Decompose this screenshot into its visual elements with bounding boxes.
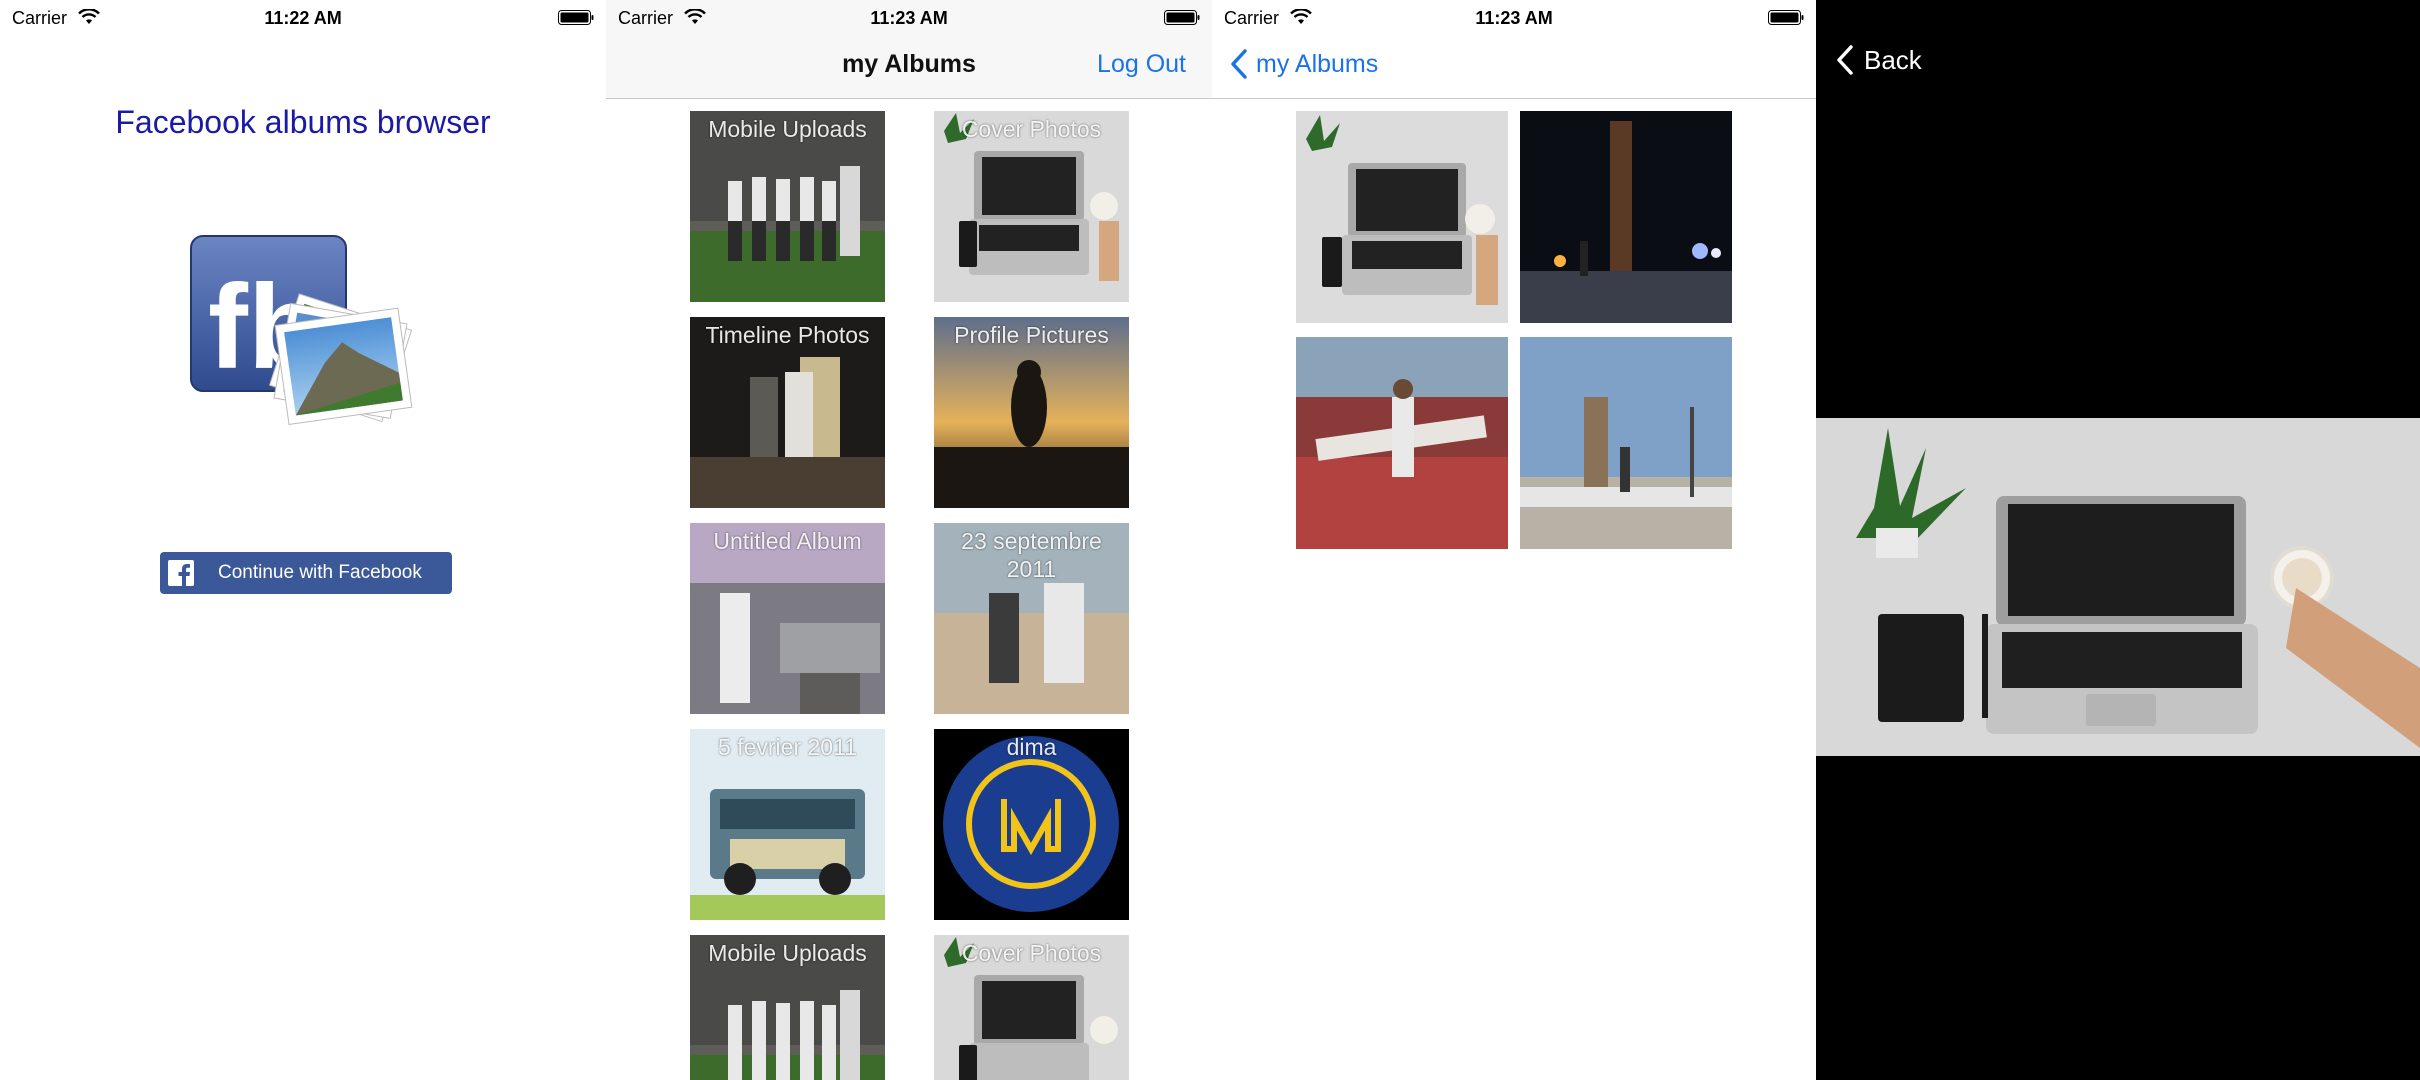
- back-to-albums-button[interactable]: my Albums: [1230, 48, 1378, 80]
- album-cell[interactable]: 5 fevrier 2011: [690, 729, 885, 920]
- photo-thumbnail[interactable]: [1520, 337, 1732, 549]
- fb-button-label: Continue with Facebook: [218, 562, 422, 583]
- album-cell[interactable]: Profile Pictures: [934, 317, 1129, 508]
- album-label: Mobile Uploads: [708, 116, 867, 142]
- clock: 11:22 AM: [264, 8, 342, 28]
- full-photo[interactable]: [1816, 418, 2420, 756]
- photo-image: [1816, 418, 2420, 756]
- battery-icon: [558, 10, 594, 25]
- back-label: my Albums: [1256, 49, 1379, 78]
- battery-icon: [1768, 10, 1804, 25]
- login-screen: Carrier 11:22 AM Facebook albums browser…: [0, 0, 606, 1080]
- album-cell[interactable]: Untitled Album: [690, 523, 885, 714]
- status-bar: Carrier 11:23 AM: [606, 0, 1212, 38]
- facebook-f-icon: [168, 560, 194, 586]
- chevron-left-icon: [1837, 45, 1853, 75]
- album-label: 23 septembre 2011: [961, 528, 1102, 582]
- album-cell[interactable]: Mobile Uploads: [690, 935, 885, 1080]
- album-label: Cover Photos: [961, 940, 1102, 966]
- nav-bar: Carrier 11:23 AM my Albums Log Out: [606, 0, 1212, 99]
- album-label: 5 fevrier 2011: [718, 734, 857, 760]
- chevron-left-icon: [1231, 49, 1247, 79]
- albums-screen: Carrier 11:23 AM my Albums Log Out Mobil…: [606, 0, 1212, 1080]
- album-cell[interactable]: Cover Photos: [934, 935, 1129, 1080]
- app-logo: fb: [190, 235, 413, 426]
- photo-image: [1520, 111, 1732, 323]
- clock: 11:23 AM: [1475, 8, 1553, 28]
- album-cell[interactable]: dima: [934, 729, 1129, 920]
- continue-with-facebook-button[interactable]: Continue with Facebook: [160, 552, 452, 594]
- clock: 11:23 AM: [870, 8, 948, 28]
- album-cell[interactable]: Mobile Uploads: [690, 111, 885, 302]
- album-label: Timeline Photos: [705, 322, 870, 348]
- photo-image: [1520, 337, 1732, 549]
- album-label: dima: [1006, 734, 1057, 760]
- album-label: Profile Pictures: [954, 322, 1109, 348]
- album-cell[interactable]: 23 septembre 2011: [934, 523, 1129, 714]
- photo-image: [1296, 111, 1508, 323]
- status-bar: Carrier 11:23 AM: [1212, 0, 1816, 38]
- photos-screen: Carrier 11:23 AM my Albums: [1212, 0, 1816, 1080]
- back-label: Back: [1864, 44, 1922, 75]
- album-label: Mobile Uploads: [708, 940, 867, 966]
- photo-thumbnail[interactable]: [1520, 111, 1732, 323]
- photo-image: [1296, 337, 1508, 549]
- status-bar: Carrier 11:22 AM: [0, 0, 606, 38]
- log-out-button[interactable]: Log Out: [1097, 50, 1186, 79]
- album-label: Cover Photos: [961, 116, 1102, 142]
- photo-viewer-screen: Back: [1816, 0, 2420, 1080]
- nav-bar: Carrier 11:23 AM my Albums: [1212, 0, 1816, 99]
- back-button[interactable]: Back: [1836, 44, 1922, 76]
- app-title: Facebook albums browser: [115, 104, 491, 140]
- album-cell[interactable]: Cover Photos: [934, 111, 1129, 302]
- photo-thumbnail[interactable]: [1296, 111, 1508, 323]
- battery-icon: [1164, 10, 1200, 25]
- album-label: Untitled Album: [713, 528, 862, 554]
- album-cell[interactable]: Timeline Photos: [690, 317, 885, 508]
- photo-thumbnail[interactable]: [1296, 337, 1508, 549]
